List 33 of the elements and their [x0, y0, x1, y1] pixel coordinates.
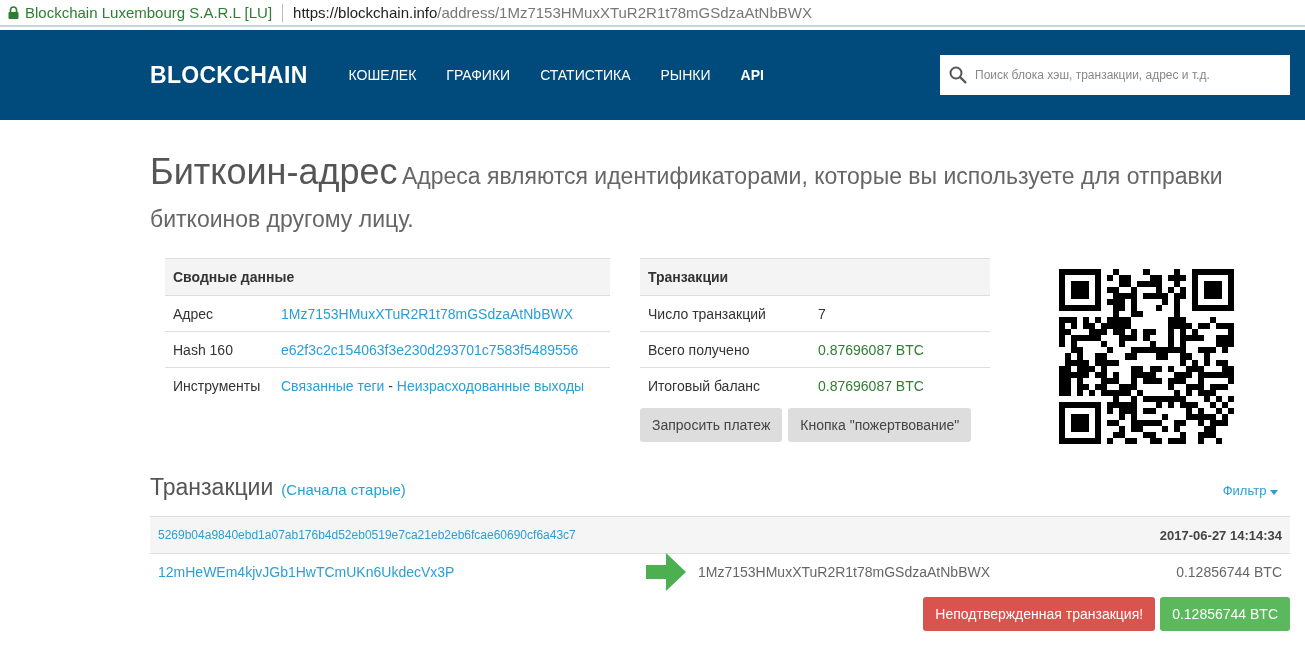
action-button[interactable]: Запросить платеж: [640, 408, 783, 442]
row-value: 0.87696087 BTC: [810, 367, 990, 403]
amount-badge: 0.12856744 BTC: [1160, 597, 1290, 631]
separator-text: -: [388, 377, 393, 394]
section-title: Транзакции: [150, 474, 274, 501]
table-header: Сводные данные: [165, 258, 610, 296]
nav-link[interactable]: КОШЕЛЕК: [333, 67, 432, 83]
nav-link[interactable]: API: [725, 67, 779, 83]
arrow-icon: [646, 553, 686, 591]
table-header: Транзакции: [640, 258, 990, 296]
search-field[interactable]: Поиск блока хэш, транзакции, адрес и т.д.: [940, 55, 1290, 95]
row-label: Инструменты: [165, 367, 273, 403]
row-label: Число транзакций: [640, 295, 810, 332]
output-address: 1Mz7153HMuxXTuR2R1t78mGSdzaAtNbBWX: [698, 564, 992, 580]
site-identity[interactable]: Blockchain Luxembourg S.A.R.L [LU]: [25, 4, 273, 21]
nav-link[interactable]: РЫНКИ: [645, 67, 726, 83]
row-label: Всего получено: [640, 331, 810, 368]
nav-link[interactable]: СТАТИСТИКА: [525, 67, 646, 83]
nav-link[interactable]: ГРАФИКИ: [431, 67, 526, 83]
status-badge: Неподтвержденная транзакция!: [923, 597, 1156, 631]
lock-icon: [8, 6, 19, 19]
output-amount: 0.12856744 BTC: [1176, 564, 1282, 580]
site-logo[interactable]: BLOCKCHAIN: [150, 61, 308, 89]
row-value: 0.87696087 BTC: [810, 331, 990, 368]
action-button[interactable]: Кнопка "пожертвование": [788, 408, 972, 442]
address-bar-url[interactable]: https://blockchain.info/address/1Mz7153HMuxXTuR2R1t78mGSdzaAtNbBWX: [293, 4, 812, 21]
row-value: 7: [810, 295, 990, 332]
transaction-time: 2017-06-27 14:14:34: [1159, 527, 1282, 543]
row-label: Адрес: [165, 295, 273, 332]
caret-icon: [1270, 490, 1278, 495]
row-label: Итоговый баланс: [640, 367, 810, 403]
page-heading: Биткоин-адрес Адреса являются идентификаторами, которые вы используете для отправки биткоинов другому лицу.: [150, 152, 1224, 234]
row-label: Hash 160: [165, 331, 273, 368]
